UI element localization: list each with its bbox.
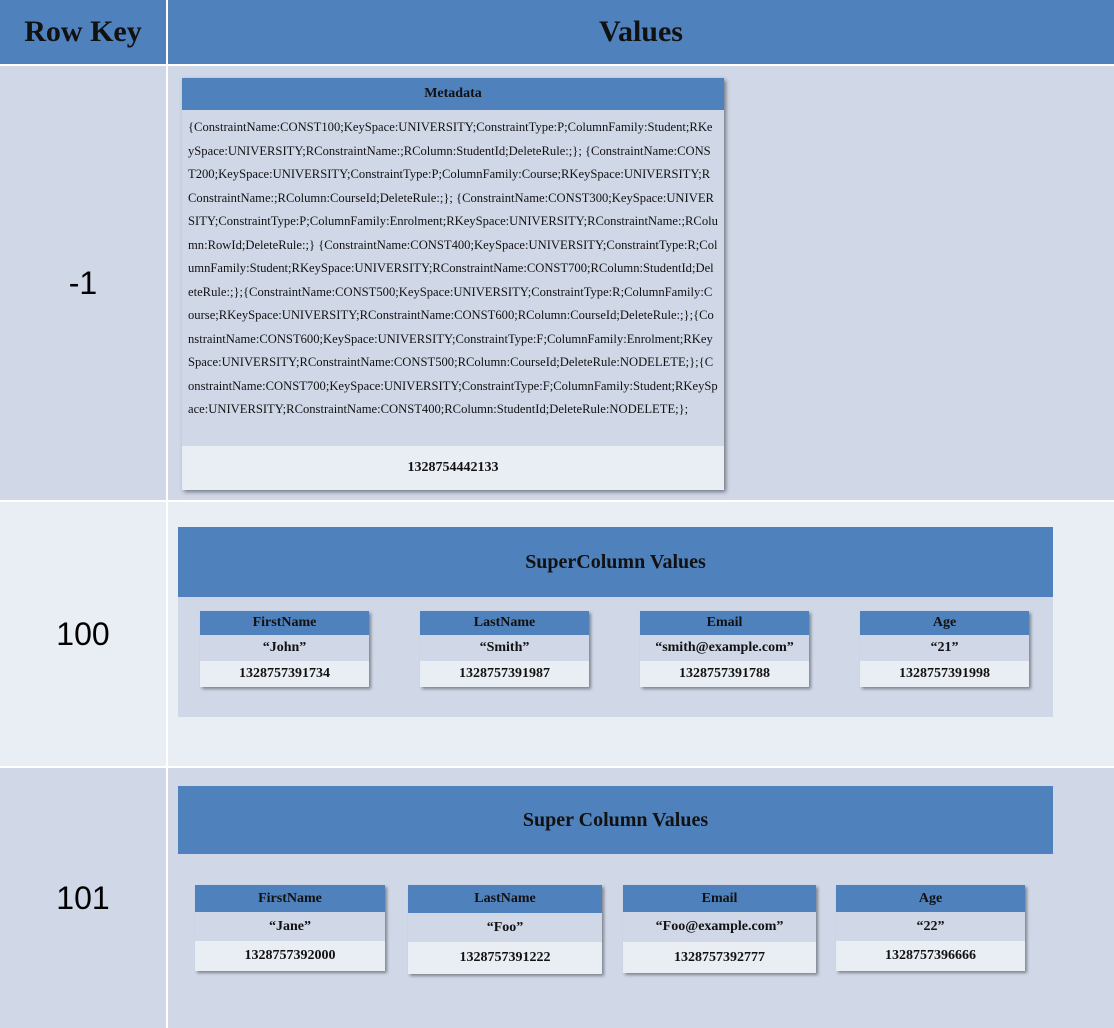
metadata-card: Metadata {ConstraintName:CONST100;KeySpa… — [182, 78, 724, 490]
column-timestamp: 1328757391788 — [640, 661, 809, 687]
column-name: Email — [623, 885, 816, 912]
column-firstname: FirstName “John” 1328757391734 — [200, 611, 369, 687]
column-name: LastName — [420, 611, 589, 635]
column-timestamp: 1328757391222 — [408, 942, 602, 974]
column-age: Age “22” 1328757396666 — [836, 885, 1025, 971]
column-email: Email “smith@example.com” 1328757391788 — [640, 611, 809, 687]
column-email: Email “Foo@example.com” 1328757392777 — [623, 885, 816, 973]
column-timestamp: 1328757396666 — [836, 941, 1025, 971]
column-name: LastName — [408, 885, 602, 913]
metadata-timestamp: 1328754442133 — [182, 446, 724, 490]
values-header: Values — [168, 0, 1114, 64]
column-value: “John” — [200, 635, 369, 661]
metadata-text: {ConstraintName:CONST100;KeySpace:UNIVER… — [188, 120, 718, 416]
column-value: “Foo” — [408, 913, 602, 942]
column-value: “22” — [836, 912, 1025, 941]
column-firstname: FirstName “Jane” 1328757392000 — [195, 885, 385, 971]
column-age: Age “21” 1328757391998 — [860, 611, 1029, 687]
row-key-cell: 100 — [0, 502, 166, 766]
row-key-header: Row Key — [0, 0, 166, 64]
metadata-title: Metadata — [182, 78, 724, 110]
super-column-title: Super Column Values — [178, 786, 1053, 854]
column-name: Age — [836, 885, 1025, 912]
row-key-cell: -1 — [0, 66, 166, 500]
column-name: FirstName — [200, 611, 369, 635]
column-value: “Jane” — [195, 912, 385, 941]
column-value: “21” — [860, 635, 1029, 661]
column-value: “smith@example.com” — [640, 635, 809, 661]
column-name: Email — [640, 611, 809, 635]
column-timestamp: 1328757391734 — [200, 661, 369, 687]
column-timestamp: 1328757392000 — [195, 941, 385, 971]
column-timestamp: 1328757391998 — [860, 661, 1029, 687]
column-name: Age — [860, 611, 1029, 635]
column-value: “Foo@example.com” — [623, 912, 816, 942]
row-key-cell: 101 — [0, 768, 166, 1028]
column-value: “Smith” — [420, 635, 589, 661]
column-name: FirstName — [195, 885, 385, 912]
column-timestamp: 1328757392777 — [623, 942, 816, 973]
column-timestamp: 1328757391987 — [420, 661, 589, 687]
column-lastname: LastName “Smith” 1328757391987 — [420, 611, 589, 687]
column-lastname: LastName “Foo” 1328757391222 — [408, 885, 602, 974]
super-column-title: SuperColumn Values — [178, 527, 1053, 597]
